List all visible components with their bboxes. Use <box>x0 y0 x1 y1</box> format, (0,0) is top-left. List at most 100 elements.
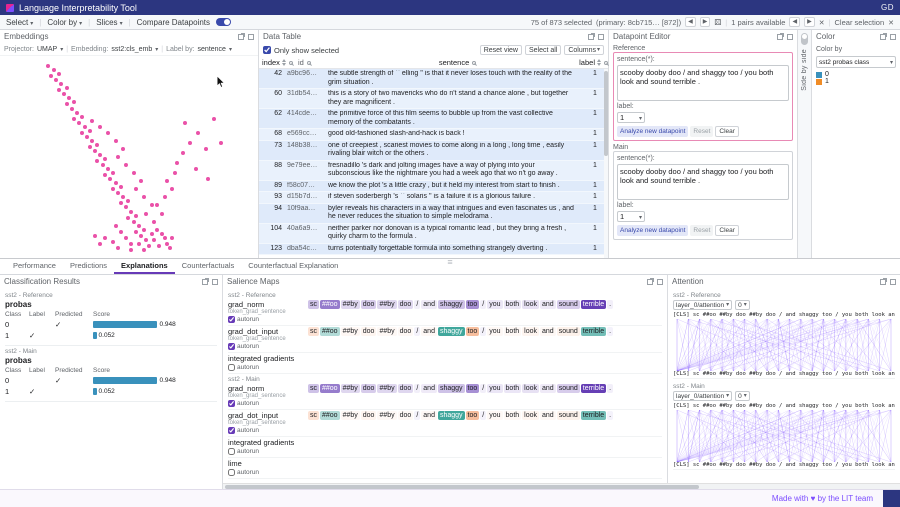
scatter-point[interactable] <box>188 141 192 145</box>
search-icon[interactable] <box>307 61 311 65</box>
delete-pair-icon[interactable] <box>819 18 825 27</box>
scatter-point[interactable] <box>137 242 141 246</box>
data-table-body[interactable]: 42a9bc96…the subtle strength of `` ellin… <box>259 69 608 258</box>
column-header-sentence[interactable]: sentence <box>336 58 579 67</box>
scatter-point[interactable] <box>88 145 92 149</box>
maximize-icon[interactable] <box>890 34 896 40</box>
autorun-checkbox[interactable] <box>228 316 235 323</box>
color-by-menu[interactable]: Color by <box>47 18 82 27</box>
scatter-point[interactable] <box>88 129 92 133</box>
random-datapoint-icon[interactable] <box>714 18 721 27</box>
scatter-point[interactable] <box>54 78 58 82</box>
clear-selection-icon[interactable] <box>888 18 894 27</box>
scatter-point[interactable] <box>111 187 115 191</box>
column-header-index[interactable]: index <box>259 58 296 67</box>
layer-select[interactable]: layer_0/attention <box>673 391 732 401</box>
scatter-point[interactable] <box>72 117 76 121</box>
clear-selection-button[interactable]: Clear selection <box>835 18 885 27</box>
table-row[interactable]: 889e79ee…fresnadillo 's dark and jolting… <box>259 161 608 181</box>
scatter-point[interactable] <box>103 236 107 240</box>
scatter-point[interactable] <box>65 86 69 90</box>
scatter-point[interactable] <box>124 205 128 209</box>
scatter-point[interactable] <box>168 246 172 250</box>
scatter-point[interactable] <box>139 234 143 238</box>
previous-datapoint-button[interactable] <box>685 17 696 27</box>
scatter-point[interactable] <box>170 236 174 240</box>
scatter-point[interactable] <box>49 74 53 78</box>
scatter-point[interactable] <box>108 177 112 181</box>
sentence-textarea[interactable]: scooby dooby doo / and shaggy too / you … <box>617 65 789 101</box>
scatter-point[interactable] <box>98 153 102 157</box>
open-in-new-icon[interactable] <box>777 34 783 40</box>
analyze-new-datapoint-button[interactable]: Analyze new datapoint <box>617 225 688 236</box>
table-row[interactable]: 10440a6a9…neither parker nor donovan is … <box>259 224 608 244</box>
sentence-textarea[interactable]: scooby dooby doo / and shaggy too / you … <box>617 164 789 200</box>
scatter-point[interactable] <box>106 131 110 135</box>
scatter-point[interactable] <box>142 228 146 232</box>
scatter-point[interactable] <box>75 111 79 115</box>
table-row[interactable]: 6031db54…this is a story of two maverick… <box>259 89 608 109</box>
scatter-point[interactable] <box>80 131 84 135</box>
scatter-point[interactable] <box>129 210 133 214</box>
scatter-point[interactable] <box>85 135 89 139</box>
next-pair-button[interactable] <box>804 17 815 27</box>
only-show-selected-checkbox[interactable] <box>263 46 271 54</box>
scatter-point[interactable] <box>80 115 84 119</box>
scatter-point[interactable] <box>111 240 115 244</box>
scatter-point[interactable] <box>137 224 141 228</box>
scatter-point[interactable] <box>98 125 102 129</box>
scatter-point[interactable] <box>134 187 138 191</box>
scatter-point[interactable] <box>46 64 50 68</box>
horizontal-scrollbar[interactable] <box>223 483 900 489</box>
color-by-select[interactable]: sst2 probas class <box>816 56 896 68</box>
scatter-point[interactable] <box>150 232 154 236</box>
search-icon[interactable] <box>604 61 608 65</box>
scatter-point[interactable] <box>62 92 66 96</box>
scatter-point[interactable] <box>150 203 154 207</box>
scatter-point[interactable] <box>212 117 216 121</box>
open-in-new-icon[interactable] <box>880 34 886 40</box>
scatter-point[interactable] <box>132 171 136 175</box>
maximize-icon[interactable] <box>890 279 896 285</box>
autorun-checkbox[interactable] <box>228 469 235 476</box>
scatter-point[interactable] <box>139 179 143 183</box>
tab-counterfactuals[interactable]: Counterfactuals <box>175 259 242 274</box>
open-in-new-icon[interactable] <box>647 279 653 285</box>
scatter-point[interactable] <box>155 228 159 232</box>
scatter-point[interactable] <box>181 151 185 155</box>
scatter-point[interactable] <box>124 163 128 167</box>
label-select[interactable]: 1 <box>617 112 645 123</box>
scatter-point[interactable] <box>219 141 223 145</box>
maximize-icon[interactable] <box>598 34 604 40</box>
label-select[interactable]: 1 <box>617 211 645 222</box>
scatter-point[interactable] <box>93 149 97 153</box>
table-row[interactable]: 73148b38…one of creepiest , scariest mov… <box>259 141 608 161</box>
scatter-point[interactable] <box>126 216 130 220</box>
table-row[interactable]: 9410f9aa…byler reveals his characters in… <box>259 204 608 224</box>
column-header-label[interactable]: label <box>579 58 608 67</box>
tab-counterfactual-explanation[interactable]: Counterfactual Explanation <box>241 259 345 274</box>
scatter-point[interactable] <box>160 212 164 216</box>
scatter-point[interactable] <box>155 203 159 207</box>
scatter-point[interactable] <box>173 171 177 175</box>
scatter-point[interactable] <box>119 230 123 234</box>
scatter-point[interactable] <box>98 242 102 246</box>
tab-explanations[interactable]: Explanations <box>114 259 175 274</box>
embedding-select[interactable]: sst2:cls_emb <box>111 46 152 53</box>
scatter-point[interactable] <box>119 201 123 205</box>
head-select[interactable]: 0 <box>735 391 750 401</box>
scatter-point[interactable] <box>204 147 208 151</box>
user-initials[interactable]: GD <box>881 3 894 12</box>
drag-handle-icon[interactable] <box>447 258 452 266</box>
scatter-point[interactable] <box>157 244 161 248</box>
slices-menu[interactable]: Slices <box>96 18 122 27</box>
analyze-new-datapoint-button[interactable]: Analyze new datapoint <box>617 126 688 137</box>
scatter-point[interactable] <box>124 236 128 240</box>
maximize-icon[interactable] <box>787 34 793 40</box>
table-row[interactable]: 42a9bc96…the subtle strength of `` ellin… <box>259 69 608 89</box>
scatter-point[interactable] <box>206 177 210 181</box>
scatter-point[interactable] <box>103 157 107 161</box>
scatter-point[interactable] <box>65 102 69 106</box>
scatter-point[interactable] <box>90 119 94 123</box>
search-icon[interactable] <box>289 61 293 65</box>
